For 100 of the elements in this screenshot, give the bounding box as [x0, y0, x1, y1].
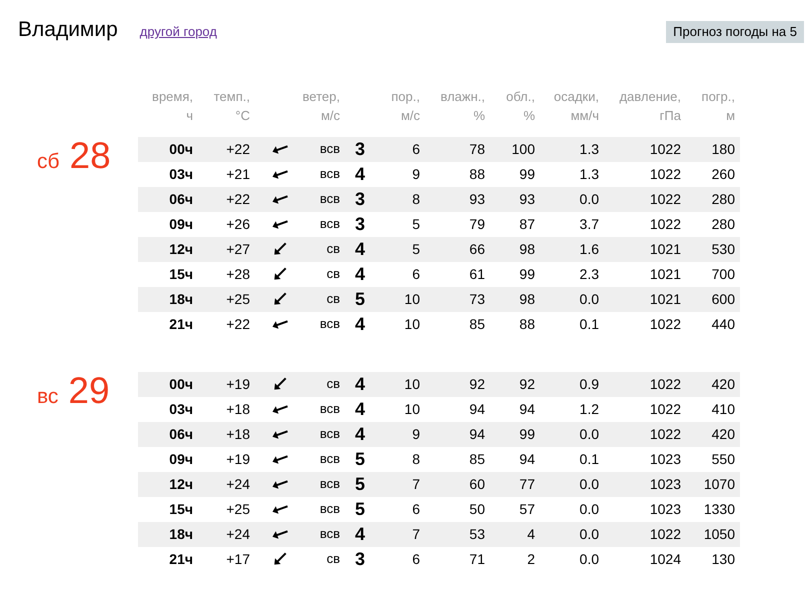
gust-cell: 10 [404, 400, 420, 416]
visibility-cell: 280 [712, 216, 735, 232]
wind-speed-cell: 3 [354, 138, 365, 158]
wind-direction-cell: всв [320, 451, 340, 466]
wind-speed-cell: 5 [354, 288, 365, 308]
time-cell: 21ч [169, 550, 193, 566]
cloudiness-cell: 100 [512, 140, 535, 156]
wind-direction-cell: св [326, 266, 340, 282]
temperature-cell: +22 [226, 140, 250, 156]
cloudiness-cell: 88 [519, 316, 535, 332]
precipitation-cell: 0.9 [580, 376, 599, 392]
precipitation-cell: 0.0 [580, 476, 599, 492]
wind-direction-cell: всв [320, 191, 340, 206]
humidity-cell: 85 [469, 316, 485, 332]
weekday-label: сб [37, 148, 60, 174]
gust-cell: 6 [412, 140, 420, 156]
cloudiness-cell: 92 [519, 376, 535, 392]
gust-cell: 6 [412, 500, 420, 516]
cloudiness-cell: 99 [519, 266, 535, 282]
wind-speed-cell: 5 [354, 448, 365, 468]
humidity-cell: 61 [469, 266, 485, 282]
time-cell: 18ч [169, 526, 193, 542]
pressure-cell: 1023 [650, 450, 681, 466]
gust-cell: 10 [404, 316, 420, 332]
pressure-cell: 1021 [650, 290, 681, 306]
time-cell: 15ч [169, 500, 193, 516]
wind-speed-cell: 4 [354, 524, 365, 544]
temperature-cell: +18 [226, 400, 250, 416]
wind-speed-cell: 3 [354, 548, 365, 568]
visibility-cell: 550 [712, 450, 735, 466]
column-header: темп., °C [212, 88, 250, 124]
precipitation-cell: 0.0 [580, 526, 599, 542]
wind-direction-cell: св [326, 291, 340, 306]
column-header: ветер, м/с [302, 88, 340, 124]
pressure-cell: 1022 [650, 316, 681, 332]
cloudiness-cell: 87 [519, 216, 535, 232]
temperature-cell: +19 [226, 450, 250, 466]
column-header: погр., м [700, 88, 735, 124]
pressure-cell: 1024 [650, 550, 681, 566]
cloudiness-cell: 98 [519, 290, 535, 306]
gust-cell: 5 [412, 216, 420, 232]
wind-direction-cell: всв [320, 166, 340, 182]
column-header: осадки, мм/ч [552, 88, 599, 124]
precipitation-cell: 0.1 [580, 450, 599, 466]
humidity-cell: 78 [469, 140, 485, 156]
time-cell: 06ч [169, 190, 193, 206]
visibility-cell: 700 [712, 266, 735, 282]
time-cell: 06ч [169, 426, 193, 442]
city-title: Владимир [18, 17, 118, 43]
pressure-cell: 1021 [650, 240, 681, 256]
precipitation-cell: 1.3 [580, 140, 599, 156]
cloudiness-cell: 98 [519, 240, 535, 256]
humidity-cell: 71 [469, 550, 485, 566]
column-header: время, ч [151, 88, 193, 124]
precipitation-cell: 0.1 [580, 316, 599, 332]
cloudiness-cell: 57 [519, 500, 535, 516]
temperature-cell: +19 [226, 376, 250, 392]
date-label: 28 [70, 136, 111, 174]
gust-cell: 8 [412, 190, 420, 206]
visibility-cell: 420 [712, 376, 735, 392]
cloudiness-cell: 94 [519, 450, 535, 466]
wind-speed-cell: 4 [354, 374, 365, 394]
pressure-cell: 1022 [650, 376, 681, 392]
gust-cell: 5 [412, 240, 420, 256]
precipitation-cell: 0.0 [580, 290, 599, 306]
humidity-cell: 73 [469, 290, 485, 306]
humidity-cell: 66 [469, 240, 485, 256]
temperature-cell: +28 [226, 266, 250, 282]
precipitation-cell: 0.0 [580, 550, 599, 566]
time-cell: 21ч [169, 316, 193, 332]
column-header: пор., м/с [390, 88, 420, 124]
humidity-cell: 79 [469, 216, 485, 232]
pressure-cell: 1023 [650, 476, 681, 492]
gust-cell: 7 [412, 476, 420, 492]
wind-speed-cell: 4 [354, 238, 365, 258]
cloudiness-cell: 99 [519, 166, 535, 182]
time-cell: 00ч [169, 140, 193, 156]
precipitation-cell: 2.3 [580, 266, 599, 282]
precipitation-cell: 1.3 [580, 166, 599, 182]
precipitation-cell: 1.6 [580, 240, 599, 256]
gust-cell: 9 [412, 166, 420, 182]
cloudiness-cell: 77 [519, 476, 535, 492]
wind-speed-cell: 4 [354, 314, 365, 334]
temperature-cell: +26 [226, 216, 250, 232]
forecast-button[interactable]: Прогноз погоды на 5 [666, 20, 804, 43]
wind-direction-cell: всв [320, 501, 340, 516]
time-cell: 09ч [169, 216, 193, 232]
cloudiness-cell: 94 [519, 400, 535, 416]
wind-speed-cell: 3 [354, 188, 365, 208]
temperature-cell: +22 [226, 316, 250, 332]
pressure-cell: 1022 [650, 400, 681, 416]
gust-cell: 6 [412, 266, 420, 282]
wind-speed-cell: 3 [354, 214, 365, 234]
pressure-cell: 1021 [650, 266, 681, 282]
column-header: давление, гПа [618, 88, 681, 124]
visibility-cell: 280 [712, 190, 735, 206]
gust-cell: 10 [404, 290, 420, 306]
wind-speed-cell: 4 [354, 264, 365, 284]
change-city-link[interactable]: другой город [140, 22, 217, 42]
pressure-cell: 1022 [650, 190, 681, 206]
